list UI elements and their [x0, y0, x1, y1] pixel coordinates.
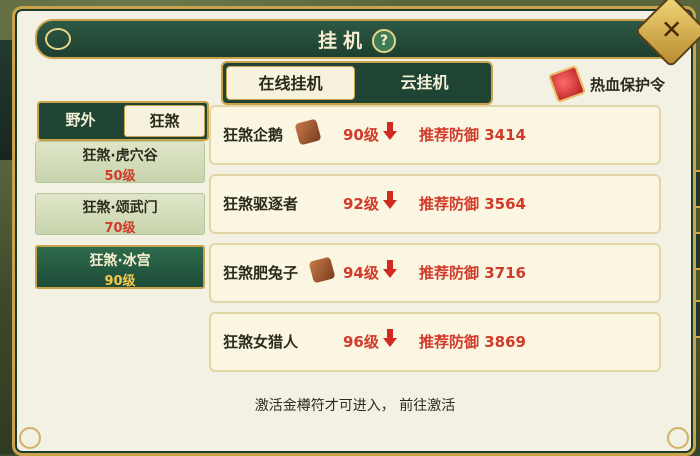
- monster-name: 狂煞肥兔子: [223, 264, 299, 282]
- arrow-down-icon: [383, 191, 397, 211]
- title-bar: 挂机?: [35, 19, 679, 59]
- loot-badge-icon: [308, 256, 336, 284]
- title-label: 挂机: [317, 30, 368, 52]
- token-icon: [547, 64, 587, 104]
- monster-name: 狂煞女猎人: [223, 333, 299, 351]
- corner-ornament-icon: [19, 427, 41, 449]
- tab-online-afk[interactable]: 在线挂机: [226, 66, 355, 100]
- activation-hint[interactable]: 激活金樽符才可进入， 前往激活: [35, 395, 675, 415]
- map-name: 狂煞·冰宫: [89, 253, 151, 269]
- monster-list: 狂煞企鹅 90级 推荐防御 3414 狂煞驱逐者 92级 推荐防御 3564 狂…: [209, 105, 661, 375]
- monster-row[interactable]: 狂煞驱逐者 92级 推荐防御 3564: [209, 174, 661, 234]
- map-level: 50级: [104, 169, 136, 184]
- tab-wild[interactable]: 野外: [41, 105, 120, 137]
- loot-badge-icon: [294, 118, 322, 146]
- map-name: 狂煞·颂武门: [82, 200, 158, 216]
- afk-panel: 挂机? ✕ 在线挂机 云挂机 热血保护令 野外 狂煞 狂煞·虎穴谷 50级 狂煞…: [12, 0, 700, 456]
- monster-level: 90级: [343, 126, 379, 144]
- map-list: 狂煞·虎穴谷 50级 狂煞·颂武门 70级 狂煞·冰宫 90级: [35, 141, 205, 299]
- monster-name: 狂煞驱逐者: [223, 195, 299, 213]
- tab-cloud-afk[interactable]: 云挂机: [361, 66, 488, 100]
- monster-name: 狂煞企鹅: [223, 126, 284, 144]
- monster-level: 94级: [343, 264, 379, 282]
- corner-ornament-icon: [667, 427, 689, 449]
- arrow-down-icon: [383, 260, 397, 280]
- recommended-defense: 推荐防御 3716: [419, 264, 526, 282]
- monster-level: 92级: [343, 195, 379, 213]
- map-item[interactable]: 狂煞·虎穴谷 50级: [35, 141, 205, 184]
- footer: 激活金樽符才可进入， 前往激活: [35, 375, 675, 437]
- monster-level: 96级: [343, 333, 379, 351]
- arrow-down-icon: [383, 122, 397, 142]
- mode-tabs: 在线挂机 云挂机: [221, 61, 493, 105]
- recommended-defense: 推荐防御 3869: [419, 333, 526, 351]
- protection-token-button[interactable]: 热血保护令: [547, 64, 665, 104]
- tab-berserk[interactable]: 狂煞: [124, 105, 205, 137]
- map-level: 90级: [104, 274, 136, 289]
- monster-row[interactable]: 狂煞女猎人 96级 推荐防御 3869: [209, 312, 661, 372]
- map-level: 70级: [104, 221, 136, 236]
- recommended-defense: 推荐防御 3414: [419, 126, 526, 144]
- recommended-defense: 推荐防御 3564: [419, 195, 526, 213]
- monster-row[interactable]: 狂煞企鹅 90级 推荐防御 3414: [209, 105, 661, 165]
- protection-label: 热血保护令: [589, 75, 665, 94]
- area-tabs: 野外 狂煞: [37, 101, 209, 141]
- arrow-down-icon: [383, 329, 397, 349]
- map-item[interactable]: 狂煞·颂武门 70级: [35, 193, 205, 236]
- monster-row[interactable]: 狂煞肥兔子 94级 推荐防御 3716: [209, 243, 661, 303]
- panel-title: 挂机?: [37, 26, 677, 53]
- map-name: 狂煞·虎穴谷: [82, 148, 158, 164]
- map-item-selected[interactable]: 狂煞·冰宫 90级: [35, 245, 205, 289]
- close-icon: ✕: [660, 15, 683, 46]
- help-icon[interactable]: ?: [372, 29, 396, 53]
